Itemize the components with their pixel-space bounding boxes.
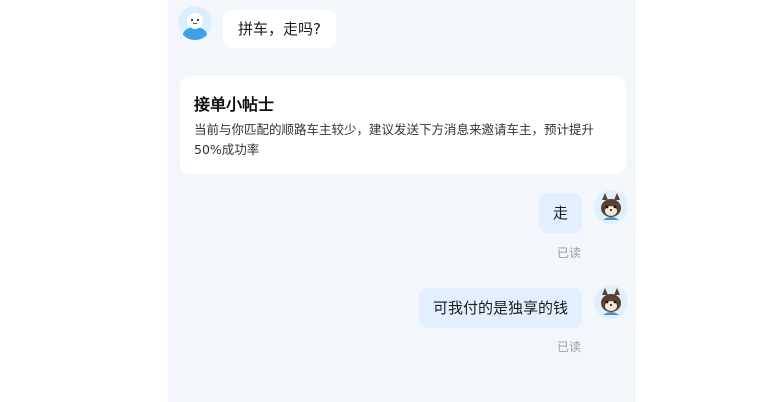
tips-card: 接单小帖士 当前与你匹配的顺路车主较少，建议发送下方消息来邀请车主，预计提升50… [180, 76, 626, 174]
outgoing-message-bubble[interactable]: 走 [538, 193, 582, 233]
read-status: 已读 [556, 340, 581, 354]
incoming-message-bubble[interactable]: 拼车，走吗? [223, 10, 336, 48]
outgoing-message-bubble[interactable]: 可我付的是独享的钱 [418, 288, 582, 328]
sender-avatar-icon[interactable] [178, 6, 212, 40]
chat-panel: 拼车，走吗? 接单小帖士 当前与你匹配的顺路车主较少，建议发送下方消息来邀请车主… [168, 0, 636, 402]
tips-title: 接单小帖士 [194, 95, 275, 114]
self-avatar-icon[interactable] [594, 285, 628, 319]
tips-body: 当前与你匹配的顺路车主较少，建议发送下方消息来邀请车主，预计提升50%成功率 [194, 122, 595, 157]
self-avatar-icon[interactable] [594, 190, 628, 224]
read-status: 已读 [556, 246, 581, 260]
